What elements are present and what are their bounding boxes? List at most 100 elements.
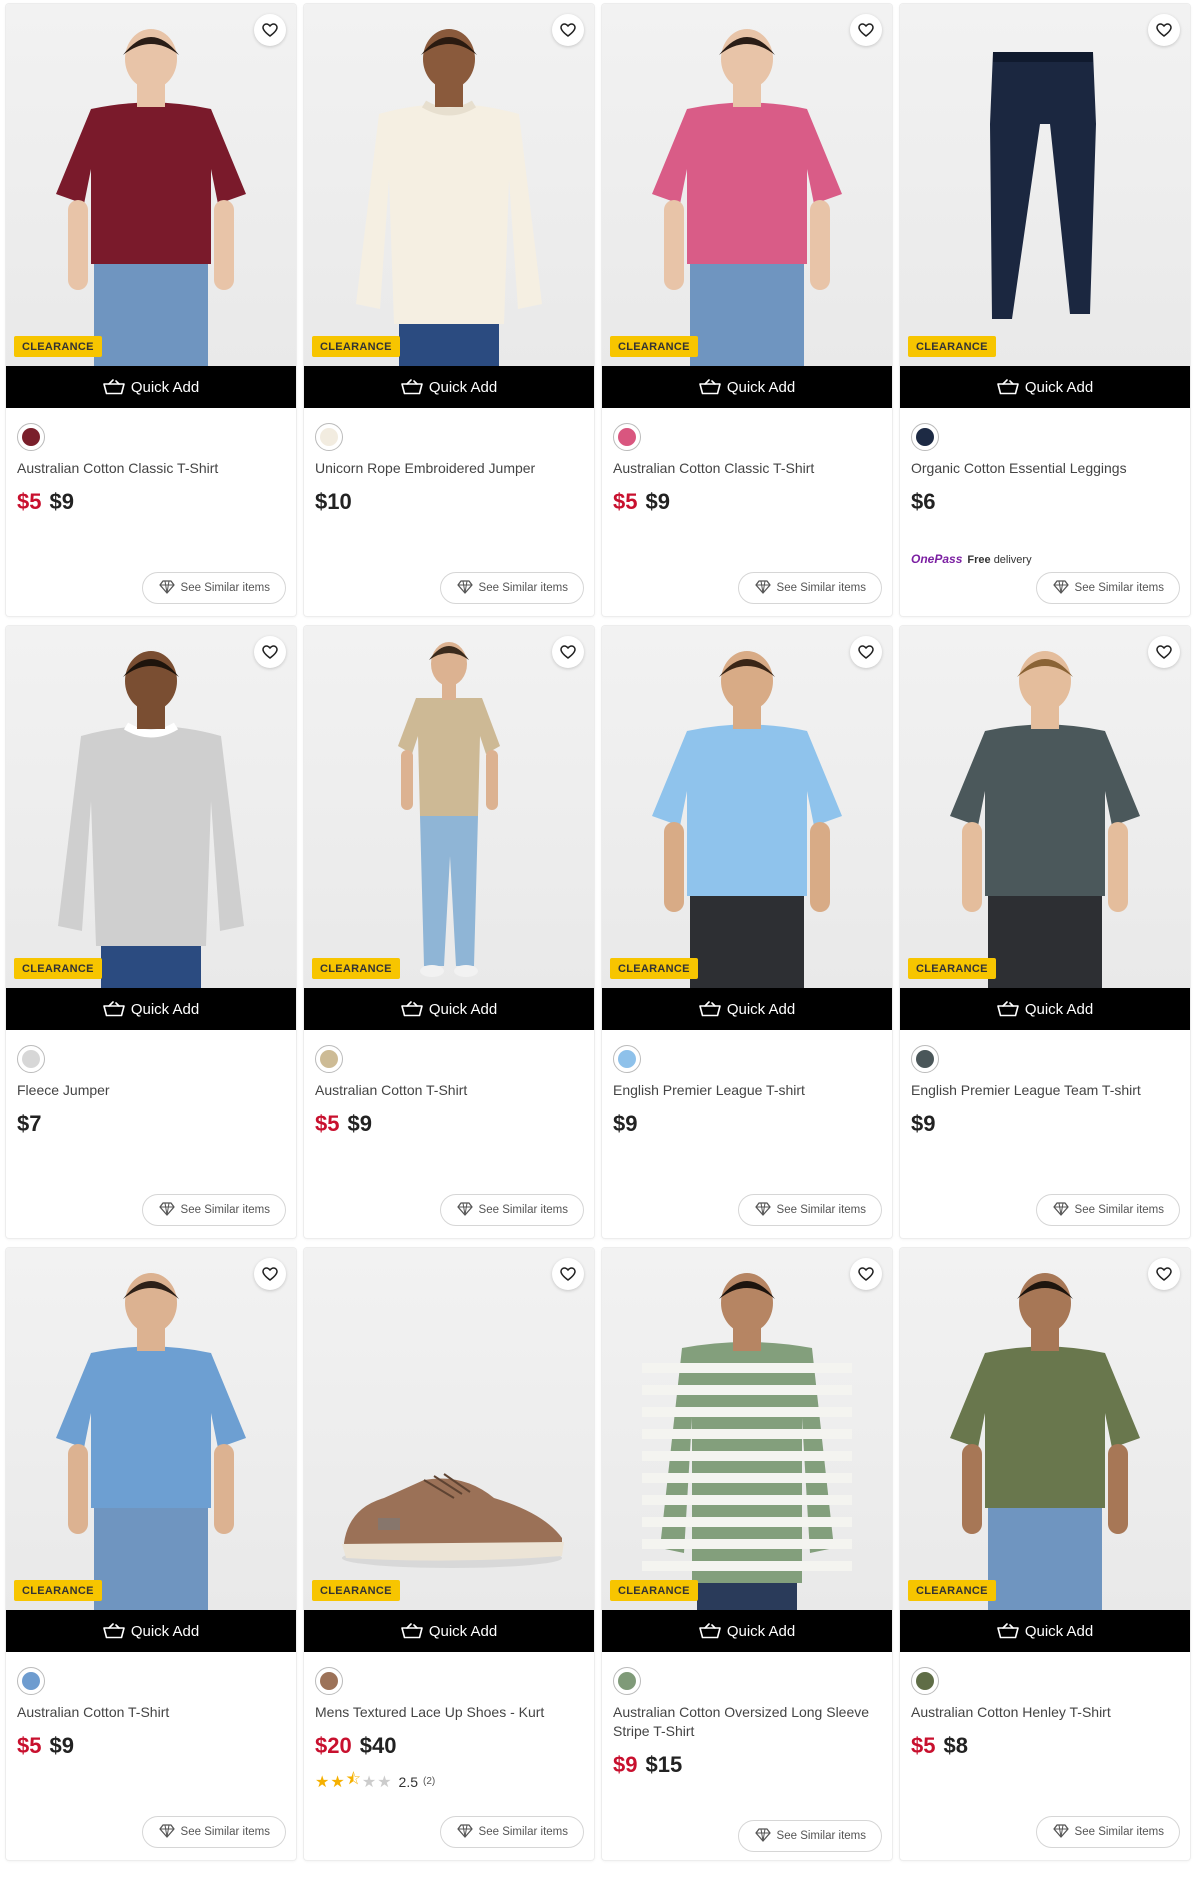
product-card[interactable]: CLEARANCE Quick Add English Premier League… bbox=[900, 626, 1190, 1238]
product-card[interactable]: CLEARANCE Quick Add Australian Cotton T-Sh… bbox=[6, 1248, 296, 1860]
quick-add-button[interactable]: Quick Add bbox=[602, 1610, 892, 1652]
wishlist-heart-icon[interactable] bbox=[254, 1258, 286, 1290]
wishlist-heart-icon[interactable] bbox=[1148, 1258, 1180, 1290]
color-swatch[interactable] bbox=[613, 423, 641, 451]
quick-add-button[interactable]: Quick Add bbox=[900, 988, 1190, 1030]
see-similar-button[interactable]: See Similar items bbox=[1035, 1816, 1180, 1848]
star-icon: ★ bbox=[377, 1773, 392, 1791]
product-card[interactable]: CLEARANCE Quick Add Unicorn Rope Embroider… bbox=[304, 4, 594, 616]
product-image[interactable] bbox=[6, 626, 296, 988]
product-title[interactable]: English Premier League T-shirt bbox=[613, 1081, 883, 1100]
color-swatch[interactable] bbox=[613, 1045, 641, 1073]
see-similar-button[interactable]: See Similar items bbox=[141, 1816, 286, 1848]
see-similar-button[interactable]: See Similar items bbox=[439, 1816, 584, 1848]
color-swatch[interactable] bbox=[17, 1045, 45, 1073]
rating[interactable]: ★ ★ ⯪ ★ ★ 2.5 (2) bbox=[315, 1768, 435, 1795]
product-title[interactable]: Australian Cotton Henley T-Shirt bbox=[911, 1703, 1181, 1722]
wishlist-heart-icon[interactable] bbox=[850, 14, 882, 46]
quick-add-button[interactable]: Quick Add bbox=[6, 366, 296, 408]
color-swatch[interactable] bbox=[911, 1667, 939, 1695]
product-image[interactable] bbox=[900, 4, 1190, 366]
product-image[interactable] bbox=[602, 4, 892, 366]
wishlist-heart-icon[interactable] bbox=[552, 14, 584, 46]
product-title[interactable]: English Premier League Team T-shirt bbox=[911, 1081, 1181, 1100]
basket-icon bbox=[401, 379, 423, 395]
product-image[interactable] bbox=[304, 1248, 594, 1610]
see-similar-button[interactable]: See Similar items bbox=[1035, 572, 1180, 604]
product-image[interactable] bbox=[304, 626, 594, 988]
quick-add-label: Quick Add bbox=[130, 1000, 200, 1018]
see-similar-button[interactable]: See Similar items bbox=[439, 1194, 584, 1226]
quick-add-button[interactable]: Quick Add bbox=[304, 366, 594, 408]
wishlist-heart-icon[interactable] bbox=[254, 636, 286, 668]
color-swatch[interactable] bbox=[17, 1667, 45, 1695]
wishlist-heart-icon[interactable] bbox=[850, 636, 882, 668]
product-image[interactable] bbox=[6, 1248, 296, 1610]
product-card[interactable]: CLEARANCE Quick Add Australian Cotton Clas… bbox=[6, 4, 296, 616]
wishlist-heart-icon[interactable] bbox=[552, 1258, 584, 1290]
wishlist-heart-icon[interactable] bbox=[850, 1258, 882, 1290]
color-swatch[interactable] bbox=[17, 423, 45, 451]
product-card[interactable]: CLEARANCE Quick Add Mens Textured Lace Up … bbox=[304, 1248, 594, 1860]
regular-price: $9 bbox=[49, 1733, 74, 1758]
color-swatch[interactable] bbox=[315, 1045, 343, 1073]
quick-add-button[interactable]: Quick Add bbox=[602, 988, 892, 1030]
product-title[interactable]: Australian Cotton Oversized Long Sleeve … bbox=[613, 1703, 883, 1741]
quick-add-label: Quick Add bbox=[428, 378, 498, 396]
quick-add-button[interactable]: Quick Add bbox=[6, 988, 296, 1030]
see-similar-button[interactable]: See Similar items bbox=[439, 572, 584, 604]
quick-add-button[interactable]: Quick Add bbox=[900, 1610, 1190, 1652]
quick-add-button[interactable]: Quick Add bbox=[6, 1610, 296, 1652]
see-similar-label: See Similar items bbox=[180, 1204, 270, 1216]
product-card[interactable]: CLEARANCE Quick Add Australian Cotton Over… bbox=[602, 1248, 892, 1860]
product-card[interactable]: CLEARANCE Quick Add Australian Cotton Henl… bbox=[900, 1248, 1190, 1860]
color-swatch[interactable] bbox=[911, 423, 939, 451]
color-swatch[interactable] bbox=[613, 1667, 641, 1695]
product-card[interactable]: CLEARANCE Quick Add Fleece Jumper $7 See Sim… bbox=[6, 626, 296, 1238]
product-image[interactable] bbox=[304, 4, 594, 366]
wishlist-heart-icon[interactable] bbox=[254, 14, 286, 46]
product-title[interactable]: Mens Textured Lace Up Shoes - Kurt bbox=[315, 1703, 585, 1722]
product-title[interactable]: Fleece Jumper bbox=[17, 1081, 287, 1100]
see-similar-label: See Similar items bbox=[478, 582, 568, 594]
product-title[interactable]: Australian Cotton Classic T-Shirt bbox=[613, 459, 883, 478]
color-swatch[interactable] bbox=[315, 1667, 343, 1695]
product-image[interactable] bbox=[602, 626, 892, 988]
wishlist-heart-icon[interactable] bbox=[552, 636, 584, 668]
see-similar-button[interactable]: See Similar items bbox=[737, 1820, 882, 1852]
price: $5 $9 bbox=[17, 489, 74, 515]
diamond-icon bbox=[1052, 579, 1070, 597]
quick-add-button[interactable]: Quick Add bbox=[304, 988, 594, 1030]
product-grid: CLEARANCE Quick Add Australian Cotton Clas… bbox=[0, 0, 1200, 1892]
color-swatch[interactable] bbox=[911, 1045, 939, 1073]
product-title[interactable]: Australian Cotton Classic T-Shirt bbox=[17, 459, 287, 478]
quick-add-button[interactable]: Quick Add bbox=[602, 366, 892, 408]
quick-add-label: Quick Add bbox=[1024, 378, 1094, 396]
color-swatch[interactable] bbox=[315, 423, 343, 451]
sale-price: $5 bbox=[613, 489, 638, 514]
product-title[interactable]: Australian Cotton T-Shirt bbox=[315, 1081, 585, 1100]
product-image[interactable] bbox=[900, 1248, 1190, 1610]
see-similar-button[interactable]: See Similar items bbox=[737, 572, 882, 604]
see-similar-label: See Similar items bbox=[776, 1830, 866, 1842]
diamond-icon bbox=[456, 1201, 474, 1219]
product-card[interactable]: CLEARANCE Quick Add Organic Cotton Essenti… bbox=[900, 4, 1190, 616]
product-card[interactable]: CLEARANCE Quick Add English Premier League… bbox=[602, 626, 892, 1238]
product-image[interactable] bbox=[6, 4, 296, 366]
product-image[interactable] bbox=[602, 1248, 892, 1610]
product-title[interactable]: Organic Cotton Essential Leggings bbox=[911, 459, 1181, 478]
see-similar-button[interactable]: See Similar items bbox=[141, 1194, 286, 1226]
wishlist-heart-icon[interactable] bbox=[1148, 636, 1180, 668]
product-card[interactable]: CLEARANCE Quick Add Australian Cotton Clas… bbox=[602, 4, 892, 616]
basket-icon bbox=[103, 1623, 125, 1639]
see-similar-button[interactable]: See Similar items bbox=[1035, 1194, 1180, 1226]
product-card[interactable]: CLEARANCE Quick Add Australian Cotton T-Sh… bbox=[304, 626, 594, 1238]
quick-add-button[interactable]: Quick Add bbox=[900, 366, 1190, 408]
wishlist-heart-icon[interactable] bbox=[1148, 14, 1180, 46]
product-title[interactable]: Australian Cotton T-Shirt bbox=[17, 1703, 287, 1722]
see-similar-button[interactable]: See Similar items bbox=[737, 1194, 882, 1226]
product-title[interactable]: Unicorn Rope Embroidered Jumper bbox=[315, 459, 585, 478]
product-image[interactable] bbox=[900, 626, 1190, 988]
see-similar-button[interactable]: See Similar items bbox=[141, 572, 286, 604]
quick-add-button[interactable]: Quick Add bbox=[304, 1610, 594, 1652]
